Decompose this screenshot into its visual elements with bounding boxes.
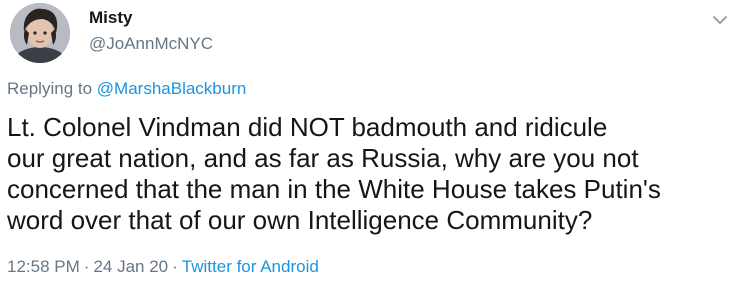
tweet-card: Misty @JoAnnMcNYC Replying to @MarshaBla… [0,0,744,287]
tweet-date[interactable]: 24 Jan 20 [93,257,168,276]
display-name[interactable]: Misty [89,8,132,28]
tweet-source-link[interactable]: Twitter for Android [182,257,319,276]
meta-separator: · [83,257,90,276]
child-photo-avatar-icon [10,3,70,63]
tweet-text-line: our great nation, and as far as Russia, … [7,143,639,173]
reply-mention-link[interactable]: @MarshaBlackburn [97,79,247,98]
meta-separator: · [172,257,178,276]
reply-prefix: Replying to [7,79,93,98]
tweet-meta: 12:58 PM · 24 Jan 20 · Twitter for Android [7,257,319,277]
chevron-down-icon[interactable] [712,13,728,25]
reply-context: Replying to @MarshaBlackburn [7,79,246,99]
tweet-text-line: Lt. Colonel Vindman did NOT badmouth and… [7,112,608,142]
tweet-text-line: concerned that the man in the White Hous… [7,174,661,204]
user-handle[interactable]: @JoAnnMcNYC [89,34,213,54]
tweet-text: Lt. Colonel Vindman did NOT badmouth and… [7,112,737,236]
avatar[interactable] [10,3,70,63]
tweet-time[interactable]: 12:58 PM [7,257,80,276]
tweet-text-line: word over that of our own Intelligence C… [7,205,593,235]
